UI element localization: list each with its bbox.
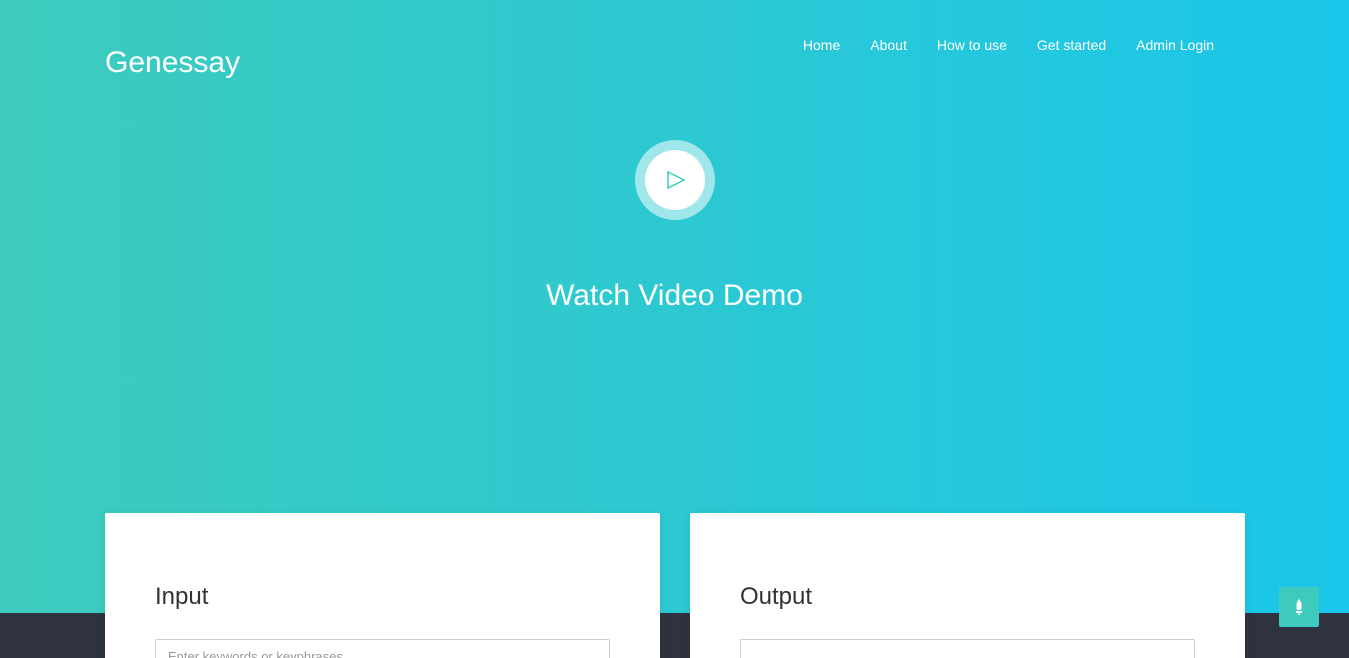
brand-logo[interactable]: Genessay <box>105 45 240 81</box>
play-button-inner <box>645 150 705 210</box>
play-video-button[interactable] <box>635 140 715 220</box>
output-card-title: Output <box>740 583 813 610</box>
output-field[interactable] <box>740 639 1195 658</box>
nav-item-get-started[interactable]: Get started <box>1037 36 1106 54</box>
rocket-icon <box>1296 599 1302 615</box>
keywords-input[interactable] <box>155 639 610 658</box>
output-card: Output <box>690 513 1245 658</box>
nav-item-admin-login[interactable]: Admin Login <box>1136 36 1214 54</box>
watch-video-demo-title: Watch Video Demo <box>546 279 803 312</box>
page: Genessay Home About How to use Get start… <box>0 0 1349 658</box>
input-card: Input <box>105 513 660 658</box>
play-icon <box>667 170 686 190</box>
nav-item-home[interactable]: Home <box>803 36 840 54</box>
main-nav: Home About How to use Get started Admin … <box>773 36 1214 54</box>
back-to-top-button[interactable] <box>1279 587 1319 627</box>
nav-item-how-to-use[interactable]: How to use <box>937 36 1007 54</box>
nav-item-about[interactable]: About <box>870 36 907 54</box>
input-card-title: Input <box>155 583 209 610</box>
